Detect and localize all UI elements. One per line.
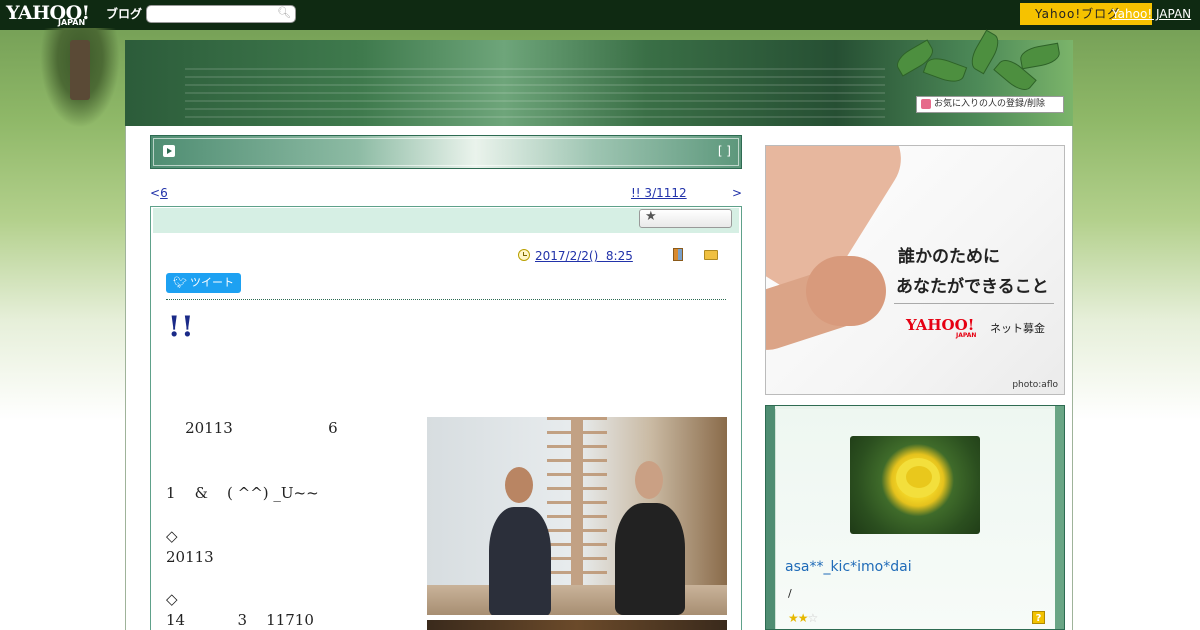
next-arrow: > xyxy=(731,186,742,200)
prev-post-link[interactable]: 6 xyxy=(160,186,168,200)
folder-icon[interactable] xyxy=(704,250,718,260)
body-line: 1 & ( ^^) _U~~ xyxy=(166,484,319,502)
ad-service-name: ネット募金 xyxy=(990,322,1045,335)
profile-username[interactable]: asa**_kic*imo*dai xyxy=(785,559,912,575)
photo-person xyxy=(489,507,551,615)
star-icon: ★ xyxy=(645,209,657,224)
body-line: 20113 xyxy=(166,548,214,566)
title-bar-brackets: [ ] xyxy=(717,144,731,158)
article-photo-second[interactable] xyxy=(427,620,727,630)
rating-stars: ★★☆ xyxy=(788,611,819,625)
help-icon[interactable]: ? xyxy=(1032,611,1045,624)
ad-headline-2: あなたができること xyxy=(896,277,1049,297)
ad-headline-1: 誰かのために xyxy=(898,247,1000,267)
ad-photo-credit: photo:aflo xyxy=(1012,380,1058,390)
dotted-divider xyxy=(166,299,726,300)
body-line: 20113 6 xyxy=(166,419,338,437)
search-icon[interactable]: 🔍︎ xyxy=(277,6,291,19)
favorites-register-button[interactable]: お気に入りの人の登録/削除 xyxy=(916,96,1064,113)
book-icon[interactable] xyxy=(673,248,683,261)
star-icon: ★★ xyxy=(788,611,808,625)
post-title-bar: [ ] xyxy=(150,135,742,169)
photo-person xyxy=(615,503,685,615)
rose-petal xyxy=(906,466,932,488)
leaf-decoration xyxy=(922,53,968,87)
background-tree-trunk xyxy=(70,40,90,100)
top-bar: YAHOO! JAPAN ブログ 🔍︎ Yahoo!ブログ Yahoo! JAP… xyxy=(0,0,1200,30)
body-line: ◇ xyxy=(166,590,178,608)
article-headline: !! xyxy=(168,310,195,343)
clock-icon xyxy=(518,249,530,261)
play-icon[interactable] xyxy=(163,145,175,157)
service-name: ブログ xyxy=(106,7,143,21)
yahoo-logo-sub: JAPAN xyxy=(58,18,86,27)
star-empty-icon: ☆ xyxy=(807,611,819,625)
profile-separator: / xyxy=(788,587,792,600)
body-line: 14 3 11710 xyxy=(166,611,314,629)
title-bar-inner xyxy=(153,138,739,166)
prev-post-nav[interactable]: <6 xyxy=(150,186,168,200)
post-date-link[interactable]: 2017/2/2() 8:25 xyxy=(535,249,633,263)
yahoo-blog-logo[interactable]: YAHOO! JAPAN ブログ xyxy=(6,2,142,27)
tweet-button[interactable]: 🐦︎ ツイート xyxy=(166,273,241,293)
heart-icon xyxy=(921,99,931,109)
favorite-star-button[interactable]: ★ xyxy=(639,209,732,228)
banner-stripes xyxy=(185,68,885,118)
next-post-link[interactable]: !! 3/1112 xyxy=(631,186,687,200)
twitter-bird-icon: 🐦︎ xyxy=(173,276,187,289)
prev-arrow: < xyxy=(150,186,161,200)
next-post-nav[interactable]: !! 3/1112 > xyxy=(631,186,742,200)
ad-yahoo-logo-sub: JAPAN xyxy=(956,332,977,339)
avatar[interactable] xyxy=(850,436,980,534)
leaf-decoration xyxy=(1018,42,1062,70)
blog-header-banner xyxy=(125,29,1073,126)
yahoo-japan-link[interactable]: Yahoo! JAPAN xyxy=(1112,7,1191,21)
photo-person-head xyxy=(635,461,663,499)
body-line: ◇ xyxy=(166,527,178,545)
article-photo[interactable] xyxy=(427,417,727,615)
favorites-label: お気に入りの人の登録/削除 xyxy=(934,99,1046,109)
photo-person-head xyxy=(505,467,533,503)
ad-rule xyxy=(894,303,1054,304)
ad-hands xyxy=(806,256,886,326)
charity-ad-banner[interactable]: 誰かのために あなたができること YAHOO! JAPAN ネット募金 phot… xyxy=(765,145,1065,395)
tweet-label: ツイート xyxy=(189,276,234,289)
profile-edge xyxy=(1055,406,1064,629)
search-input[interactable]: 🔍︎ xyxy=(146,5,296,23)
